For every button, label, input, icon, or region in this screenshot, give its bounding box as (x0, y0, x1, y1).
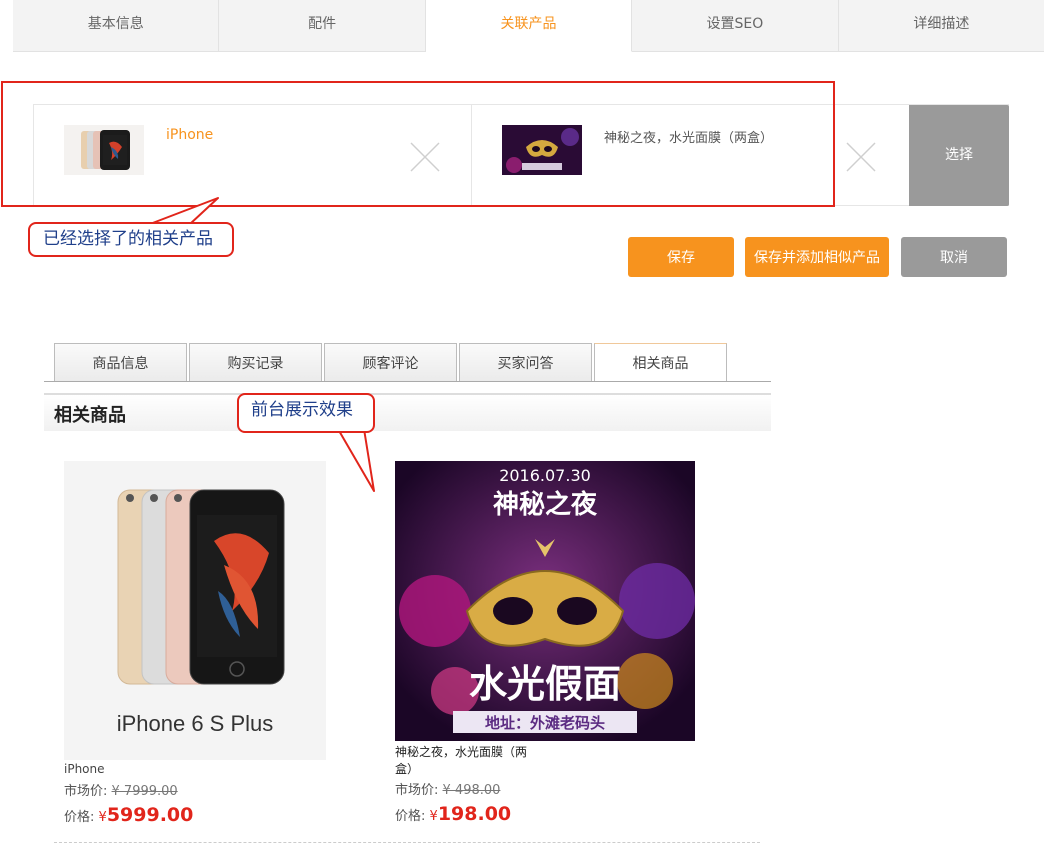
market-price-value: ¥ 7999.00 (111, 784, 178, 799)
product-name[interactable]: iPhone (64, 762, 105, 776)
market-price-value: ¥ 498.00 (442, 783, 501, 798)
mask-poster-image: 2016.07.30 神秘之夜 水光假面 地址：外滩老码头 (395, 461, 695, 741)
sale-price: 价格: ¥5999.00 (64, 804, 193, 826)
tab-divider (44, 381, 771, 382)
tab-customer-reviews[interactable]: 顾客评论 (324, 343, 457, 381)
choose-button[interactable]: 选择 (909, 105, 1009, 206)
tab-basic-info[interactable]: 基本信息 (13, 0, 220, 52)
product-image-mask[interactable]: 2016.07.30 神秘之夜 水光假面 地址：外滩老码头 (395, 461, 695, 741)
iphone-image: iPhone 6 S Plus (64, 461, 326, 760)
cancel-button[interactable]: 取消 (901, 237, 1007, 277)
price-value: 198.00 (437, 803, 512, 825)
iphone-image-caption: iPhone 6 S Plus (117, 711, 274, 736)
poster-address: 地址：外滩老码头 (485, 714, 605, 732)
market-price: 市场价: ¥ 498.00 (395, 779, 500, 798)
callout-pointer (337, 427, 375, 492)
section-title: 相关商品 (54, 405, 126, 426)
save-button[interactable]: 保存 (628, 237, 734, 277)
product-image-iphone[interactable]: iPhone 6 S Plus (64, 461, 326, 760)
tab-detailed-description[interactable]: 详细描述 (838, 0, 1044, 52)
price-value: 5999.00 (106, 804, 194, 826)
selected-products-highlight (1, 81, 835, 207)
tab-purchase-records[interactable]: 购买记录 (189, 343, 322, 381)
admin-tab-bar: 基本信息 配件 关联产品 设置SEO 详细描述 (13, 0, 1044, 53)
frontend-tab-bar: 商品信息 购买记录 顾客评论 买家问答 相关商品 (54, 343, 729, 381)
product-name[interactable]: 神秘之夜，水光面膜（两盒） (395, 744, 535, 778)
currency-symbol: ¥ (98, 810, 107, 825)
tab-accessories[interactable]: 配件 (219, 0, 426, 52)
tab-related-products[interactable]: 关联产品 (425, 0, 633, 52)
poster-title: 神秘之夜 (493, 489, 598, 520)
tab-related-goods[interactable]: 相关商品 (594, 343, 727, 381)
divider (54, 842, 760, 843)
currency-symbol: ¥ (429, 809, 438, 824)
frontend-callout: 前台展示效果 (237, 393, 375, 433)
save-and-add-similar-button[interactable]: 保存并添加相似产品 (745, 237, 889, 277)
market-price-label: 市场价: (64, 784, 108, 799)
poster-date: 2016.07.30 (499, 466, 591, 485)
selected-products-callout: 已经选择了的相关产品 (28, 222, 234, 257)
sale-price: 价格: ¥198.00 (395, 803, 511, 825)
remove-icon[interactable] (846, 142, 876, 172)
market-price: 市场价: ¥ 7999.00 (64, 780, 178, 799)
tab-seo[interactable]: 设置SEO (632, 0, 839, 52)
poster-big-title: 水光假面 (469, 662, 621, 706)
tab-buyer-qa[interactable]: 买家问答 (459, 343, 592, 381)
price-label: 价格: (64, 810, 95, 825)
section-header (44, 393, 771, 431)
price-label: 价格: (395, 809, 426, 824)
tab-product-info[interactable]: 商品信息 (54, 343, 187, 381)
market-price-label: 市场价: (395, 783, 439, 798)
